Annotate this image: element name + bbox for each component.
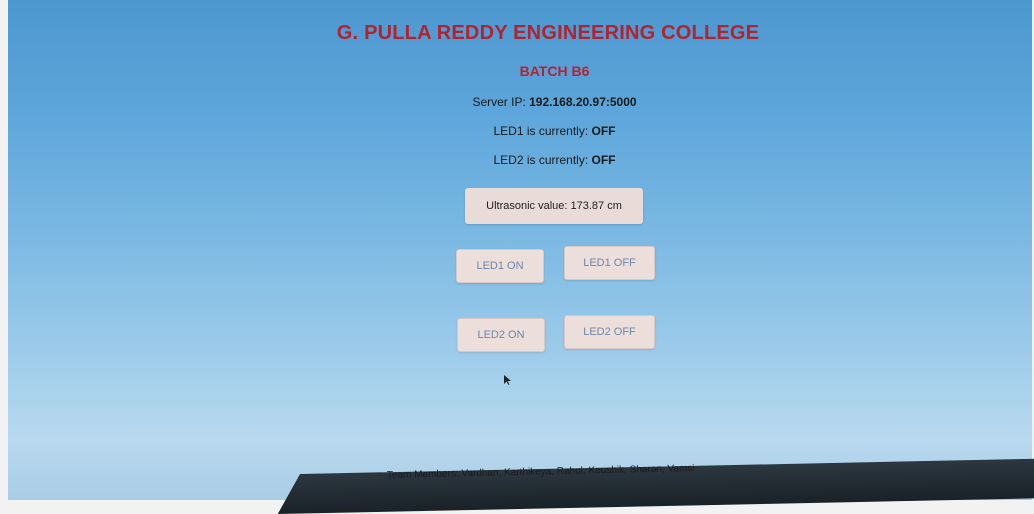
monitor-screen: G. PULLA REDDY ENGINEERING COLLEGE BATCH… <box>8 0 1032 500</box>
led1-on-button[interactable]: LED1 ON <box>456 249 544 283</box>
led1-status-value: OFF <box>591 124 616 138</box>
led1-status-line: LED1 is currently: OFF <box>8 124 1032 138</box>
led2-off-button[interactable]: LED2 OFF <box>564 315 655 349</box>
led2-on-button[interactable]: LED2 ON <box>457 318 545 352</box>
server-ip-label: Server IP: <box>472 95 530 109</box>
led1-status-label: LED1 is currently: <box>493 124 592 138</box>
server-ip-line: Server IP: 192.168.20.97:5000 <box>8 95 1032 109</box>
led2-status-label: LED2 is currently: <box>493 153 592 167</box>
led2-status-line: LED2 is currently: OFF <box>8 153 1032 167</box>
led1-off-button[interactable]: LED1 OFF <box>564 246 655 280</box>
mouse-cursor-icon <box>504 375 511 385</box>
server-ip-value: 192.168.20.97:5000 <box>529 95 637 109</box>
batch-subtitle: BATCH B6 <box>519 63 590 79</box>
led2-status-value: OFF <box>591 153 616 167</box>
page-title: G. PULLA REDDY ENGINEERING COLLEGE <box>336 22 760 44</box>
ultrasonic-value-text: Ultrasonic value: 173.87 cm <box>486 200 622 212</box>
ultrasonic-value-box: Ultrasonic value: 173.87 cm <box>465 188 643 224</box>
